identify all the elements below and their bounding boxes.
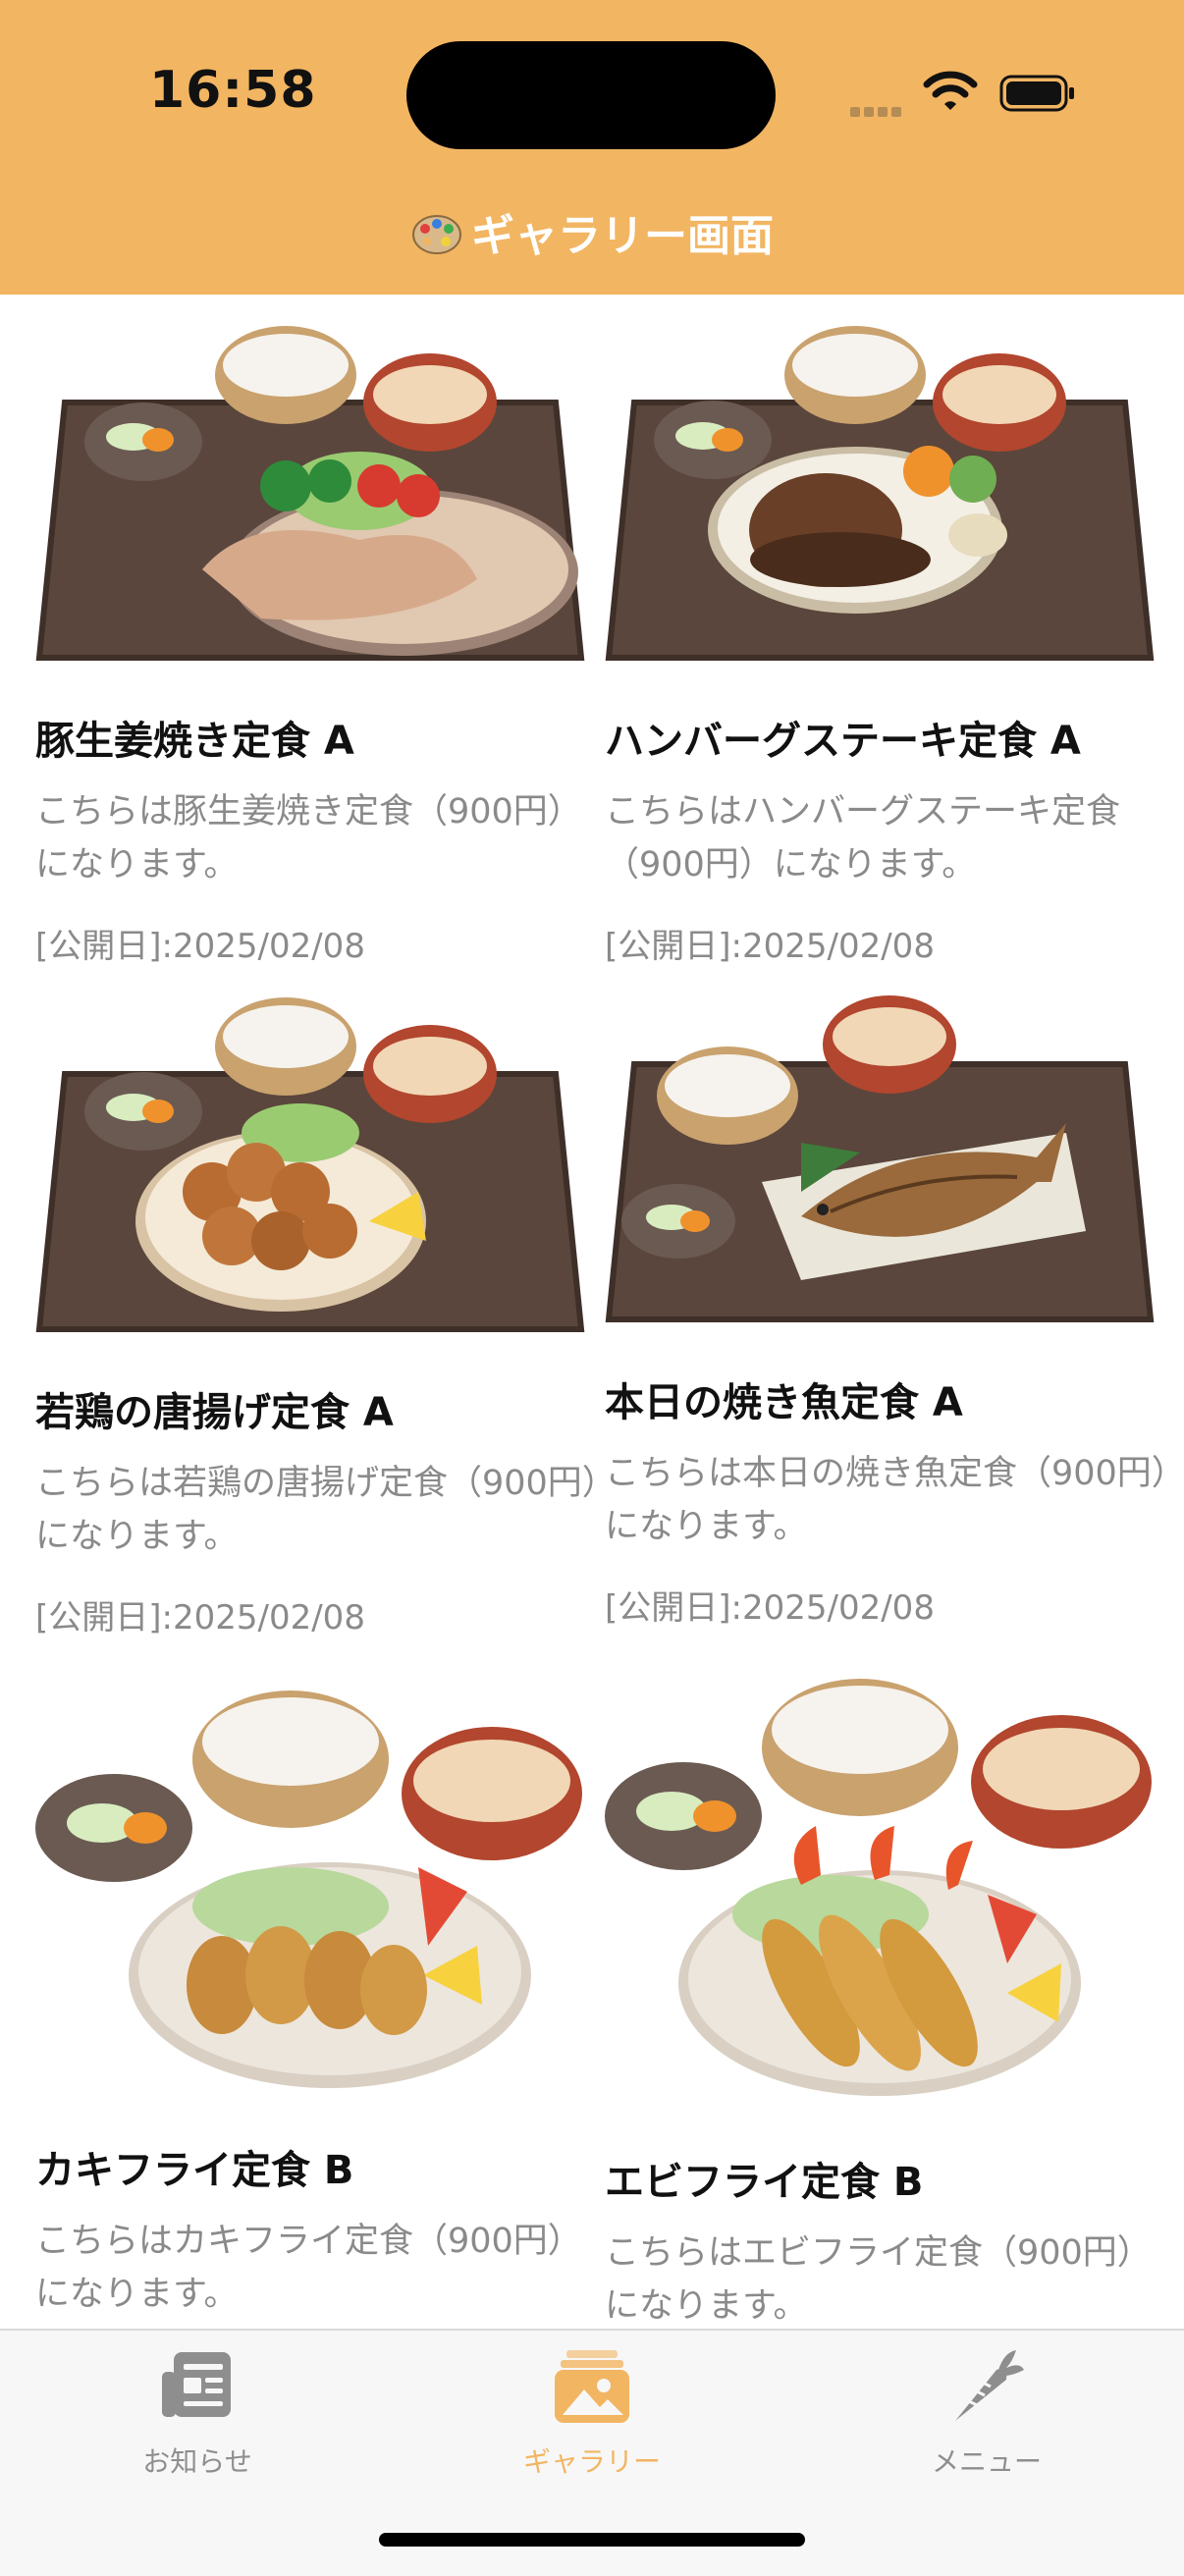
tab-news[interactable]: お知らせ [0, 2331, 395, 2507]
item-date: [公開日]:2025/02/08 [605, 927, 935, 966]
item-description: こちらはハンバーグステーキ定食（900円）になります。 [605, 792, 1121, 885]
tab-label: お知らせ [142, 2445, 252, 2478]
item-description: こちらはカキフライ定食（900円）になります。 [35, 2222, 582, 2314]
item-date: [公開日]:2025/02/08 [35, 927, 365, 966]
header: 16:58 ギャラリー画面 [0, 0, 1184, 295]
home-indicator [379, 2533, 805, 2547]
ginger-pork-set-image [35, 326, 585, 661]
item-description: こちらは若鶏の唐揚げ定食（900円）になります。 [35, 1464, 600, 1556]
wifi-icon [923, 71, 978, 110]
status-time: 16:58 [149, 61, 317, 120]
battery-icon [999, 75, 1074, 112]
fried-oyster-set-image [35, 1690, 582, 2088]
tab-label: メニュー [931, 2445, 1042, 2478]
item-description: こちらは本日の焼き魚定食（900円）になります。 [605, 1454, 1169, 1546]
tab-gallery[interactable]: ギャラリー [395, 2331, 789, 2507]
item-date: [公開日]:2025/02/08 [605, 1588, 935, 1628]
page-title-text: ギャラリー画面 [471, 211, 774, 261]
item-title: カキフライ定食 B [35, 2148, 354, 2193]
cellular-icon [850, 102, 905, 121]
page-title: ギャラリー画面 [0, 200, 1184, 263]
newspaper-icon [162, 2352, 231, 2417]
grilled-fish-set-image [605, 995, 1155, 1322]
item-title: 若鶏の唐揚げ定食 A [35, 1390, 394, 1435]
item-title: エビフライ定食 B [605, 2160, 924, 2205]
carrot-icon [955, 2350, 1024, 2421]
item-description: こちらは豚生姜焼き定食（900円）になります。 [35, 792, 582, 885]
fried-shrimp-set-image [605, 1679, 1152, 2096]
dynamic-island [406, 41, 776, 149]
karaage-set-image [35, 997, 585, 1332]
tab-menu[interactable]: メニュー [789, 2331, 1184, 2507]
item-title: 豚生姜焼き定食 A [35, 719, 354, 764]
item-title: ハンバーグステーキ定食 A [605, 719, 1081, 764]
item-date: [公開日]:2025/02/08 [35, 1598, 365, 1637]
item-title: 本日の焼き魚定食 A [605, 1380, 963, 1425]
item-description: こちらはエビフライ定食（900円）になります。 [605, 2233, 1152, 2326]
tab-label: ギャラリー [522, 2445, 661, 2478]
photo-icon [555, 2350, 629, 2423]
hamburg-steak-set-image [605, 326, 1155, 661]
palette-icon [412, 215, 461, 254]
